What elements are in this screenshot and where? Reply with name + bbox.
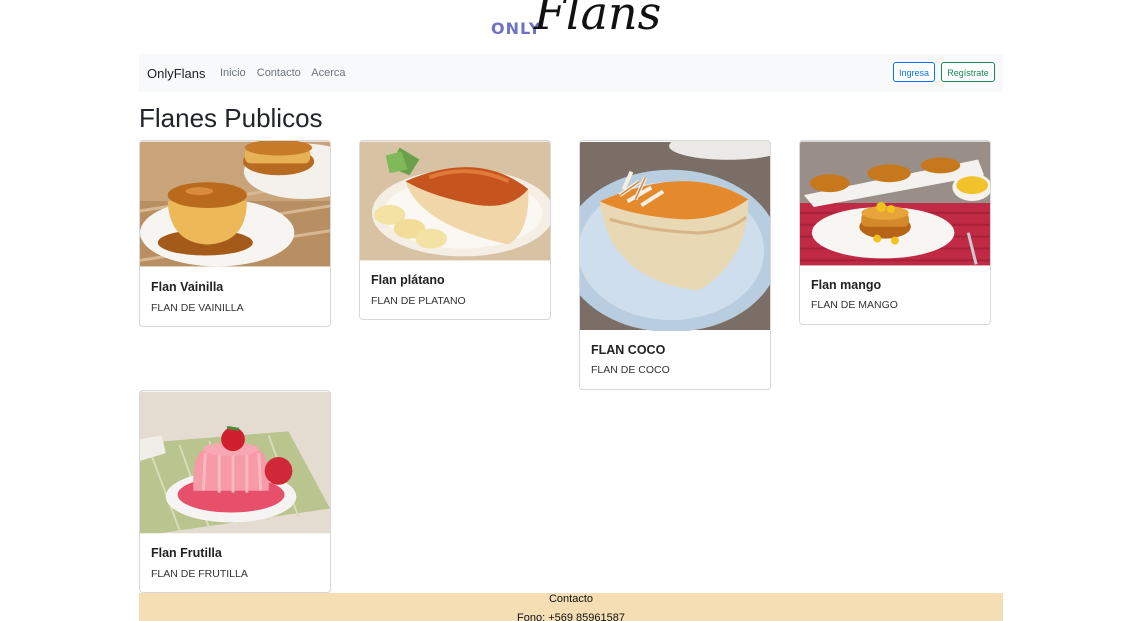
card-description: FLAN DE COCO [591, 364, 670, 376]
flan-card-frutilla[interactable]: Flan Frutilla FLAN DE FRUTILLA [139, 390, 331, 593]
login-button[interactable]: Ingresa [893, 62, 935, 82]
flan-card-platano[interactable]: Flan plátano FLAN DE PLATANO [359, 140, 551, 320]
navbar: OnlyFlans Inicio Contacto Acerca Ingresa… [139, 54, 1003, 92]
flan-frutilla-image [140, 391, 330, 534]
card-description: FLAN DE PLATANO [371, 295, 466, 307]
site-logo[interactable]: ONLY Flans [490, 0, 662, 44]
flan-coco-image [580, 141, 770, 331]
card-title: Flan plátano [371, 273, 445, 287]
flan-card-vainilla[interactable]: Flan Vainilla FLAN DE VAINILLA [139, 140, 331, 327]
card-title: FLAN COCO [591, 343, 666, 357]
footer-contact-title: Contacto [548, 593, 594, 605]
footer-phone: Fono: +569 85961587 [517, 612, 625, 621]
card-title: Flan mango [811, 278, 882, 292]
card-description: FLAN DE MANGO [811, 299, 898, 311]
card-title: Flan Frutilla [151, 546, 222, 560]
flan-vainilla-image [140, 141, 330, 267]
footer: Contacto Fono: +569 85961587 [139, 593, 1003, 621]
nav-link-acerca[interactable]: Acerca [311, 67, 345, 79]
flan-platano-image [360, 141, 550, 261]
register-button[interactable]: Regístrate [941, 62, 995, 82]
card-description: FLAN DE FRUTILLA [151, 568, 248, 580]
nav-link-inicio[interactable]: Inicio [220, 67, 246, 79]
card-description: FLAN DE VAINILLA [151, 302, 244, 314]
nav-links: Inicio Contacto Acerca [220, 67, 353, 79]
nav-link-contacto[interactable]: Contacto [257, 67, 301, 79]
card-title: Flan Vainilla [151, 280, 224, 294]
navbar-brand[interactable]: OnlyFlans [147, 66, 206, 81]
flan-card-mango[interactable]: Flan mango FLAN DE MANGO [799, 140, 991, 325]
page-title: Flanes Publicos [139, 103, 323, 133]
flan-card-coco[interactable]: FLAN COCO FLAN DE COCO [579, 140, 771, 390]
flan-mango-image [800, 141, 990, 266]
logo-flans-text: Flans [534, 0, 662, 40]
